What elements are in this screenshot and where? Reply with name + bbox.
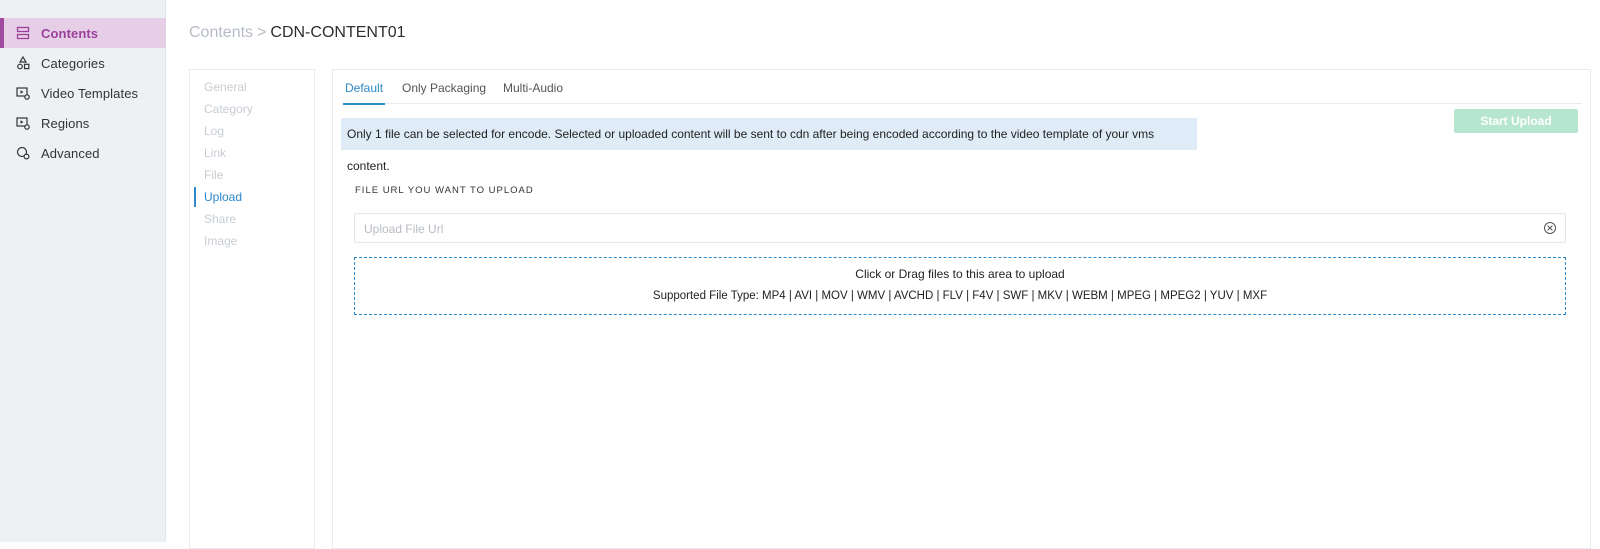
subnav-item-log[interactable]: Log — [194, 120, 312, 142]
tab-multi-audio[interactable]: Multi-Audio — [501, 80, 565, 103]
subnav-item-upload[interactable]: Upload — [194, 186, 312, 208]
video-settings-icon — [16, 86, 30, 100]
file-url-input[interactable] — [355, 214, 1536, 244]
subnav-item-category[interactable]: Category — [194, 98, 312, 120]
subnav-item-image[interactable]: Image — [194, 230, 312, 252]
upload-panel: Default Only Packaging Multi-Audio Start… — [332, 69, 1591, 549]
breadcrumb-separator: > — [257, 24, 267, 41]
info-banner: Only 1 file can be selected for encode. … — [341, 118, 1197, 173]
sidebar-item-label: Regions — [41, 115, 90, 131]
rows-icon — [16, 26, 30, 40]
subnav-item-general[interactable]: General — [194, 76, 312, 98]
shapes-icon — [16, 56, 30, 70]
sidebar-item-label: Categories — [41, 55, 105, 71]
subnav-item-share[interactable]: Share — [194, 208, 312, 230]
sidebar-item-categories[interactable]: Categories — [0, 48, 166, 78]
file-url-label: FILE URL YOU WANT TO UPLOAD — [355, 185, 534, 196]
content-section-panel: General Category Log Link File Upload Sh… — [189, 69, 315, 549]
sidebar-item-video-templates[interactable]: Video Templates — [0, 78, 166, 108]
file-url-field — [354, 213, 1566, 244]
tab-default[interactable]: Default — [343, 80, 386, 105]
upload-tabs: Default Only Packaging Multi-Audio — [343, 70, 1582, 105]
video-settings-icon — [16, 116, 30, 130]
subnav-item-link[interactable]: Link — [194, 142, 312, 164]
dropzone-title: Click or Drag files to this area to uplo… — [855, 267, 1065, 281]
tab-only-packaging[interactable]: Only Packaging — [400, 80, 488, 103]
breadcrumb: Contents > CDN-CONTENT01 — [189, 24, 406, 42]
clear-icon[interactable] — [1543, 221, 1557, 235]
start-upload-button[interactable]: Start Upload — [1454, 109, 1578, 133]
sidebar-item-regions[interactable]: Regions — [0, 108, 166, 138]
subnav-item-file[interactable]: File — [194, 164, 312, 186]
sidebar-item-label: Contents — [41, 25, 99, 41]
breadcrumb-parent[interactable]: Contents — [189, 24, 253, 41]
sidebar-item-contents[interactable]: Contents — [0, 18, 166, 48]
sidebar-item-advanced[interactable]: Advanced — [0, 138, 166, 168]
advanced-settings-icon — [16, 146, 30, 160]
page-title: CDN-CONTENT01 — [270, 24, 406, 41]
sidebar-nav: Contents Categories Video Templates Regi… — [0, 18, 166, 168]
sidebar: Contents Categories Video Templates Regi… — [0, 0, 166, 542]
content-section-nav: General Category Log Link File Upload Sh… — [194, 76, 312, 252]
sidebar-item-label: Advanced — [41, 145, 100, 161]
sidebar-item-label: Video Templates — [41, 85, 139, 101]
supported-file-types: Supported File Type: MP4 | AVI | MOV | W… — [652, 290, 1268, 302]
file-dropzone[interactable]: Click or Drag files to this area to uplo… — [354, 257, 1566, 315]
